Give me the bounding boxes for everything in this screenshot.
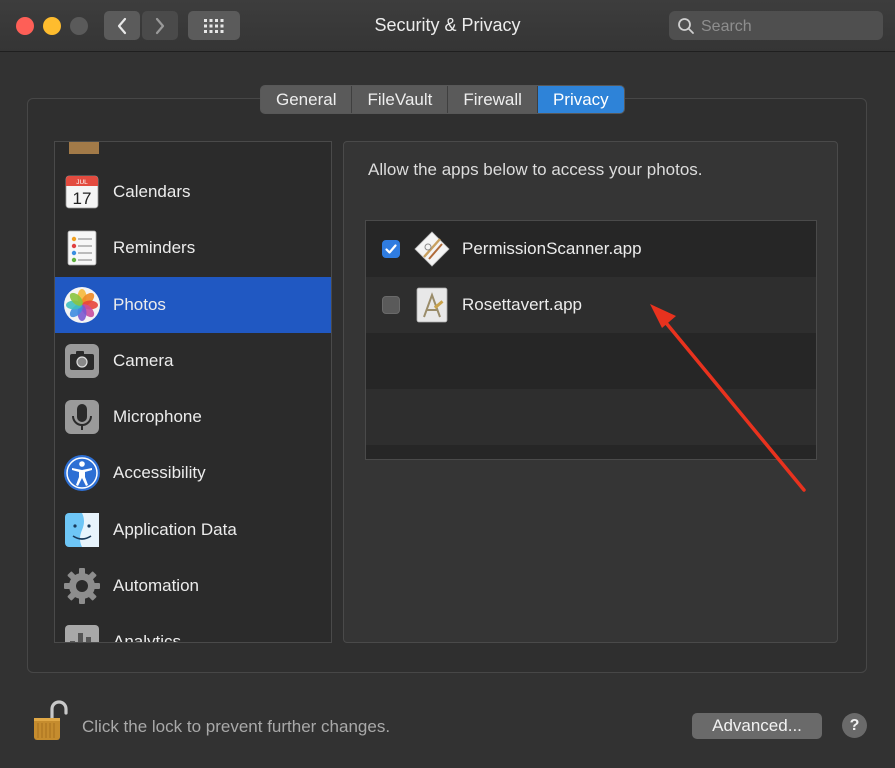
sidebar-item-label: Microphone — [113, 407, 202, 426]
search-input[interactable] — [699, 11, 879, 42]
sidebar-item-accessibility[interactable]: Accessibility — [55, 445, 331, 501]
panel-description: Allow the apps below to access your phot… — [368, 160, 703, 179]
tab-firewall[interactable]: Firewall — [448, 86, 538, 113]
checkmark-icon — [385, 244, 397, 254]
finder-icon — [65, 513, 99, 547]
app-checkbox[interactable] — [382, 296, 400, 314]
sidebar-item-photos[interactable]: Photos — [55, 277, 331, 333]
chevron-left-icon — [117, 17, 127, 34]
privacy-category-list[interactable]: JUL 17 Calendars Reminders Photos Camera… — [54, 141, 332, 643]
tab-filevault[interactable]: FileVault — [352, 86, 449, 113]
sidebar-item-label: Photos — [113, 295, 166, 314]
sidebar-item-microphone[interactable]: Microphone — [55, 389, 331, 445]
sidebar-item-label: Calendars — [113, 182, 191, 201]
sidebar-item-label: Camera — [113, 351, 174, 370]
gear-icon — [64, 568, 100, 604]
tab-general[interactable]: General — [261, 86, 353, 113]
rosettavert-icon — [416, 287, 448, 323]
sidebar-item-analytics[interactable]: Analytics — [55, 614, 331, 643]
title-bar: Security & Privacy — [0, 0, 895, 52]
chevron-right-icon — [155, 17, 165, 34]
sidebar-item-calendars[interactable]: JUL 17 Calendars — [55, 164, 331, 220]
tab-bar: General FileVault Firewall Privacy — [260, 85, 625, 114]
app-row-rosettavert[interactable]: Rosettavert.app — [366, 277, 816, 333]
sidebar-item-camera[interactable]: Camera — [55, 333, 331, 389]
svg-text:JUL: JUL — [76, 179, 88, 186]
close-window-button[interactable] — [16, 17, 34, 35]
sidebar-item-label: Automation — [113, 576, 199, 595]
svg-text:17: 17 — [73, 189, 92, 208]
search-icon — [678, 18, 694, 34]
back-button[interactable] — [104, 11, 140, 40]
sidebar-item-label: Accessibility — [113, 463, 206, 482]
search-field[interactable] — [669, 11, 883, 42]
lock-status-text: Click the lock to prevent further change… — [82, 717, 391, 736]
show-all-button[interactable] — [188, 11, 240, 40]
app-name: PermissionScanner.app — [462, 239, 642, 258]
zoom-window-button[interactable] — [70, 17, 88, 35]
folder-icon — [69, 142, 99, 154]
reminders-icon — [67, 230, 97, 266]
photos-icon — [64, 287, 100, 323]
permission-scanner-icon — [414, 231, 450, 267]
empty-row — [366, 389, 816, 445]
sidebar-item-label: Analytics — [113, 632, 182, 643]
calendar-icon: JUL 17 — [65, 175, 99, 209]
app-row-permissionscanner[interactable]: PermissionScanner.app — [366, 221, 816, 277]
sidebar-item-label: Application Data — [113, 520, 237, 539]
minimize-window-button[interactable] — [43, 17, 61, 35]
analytics-icon — [65, 625, 99, 642]
photos-access-panel: Allow the apps below to access your phot… — [343, 141, 838, 643]
grid-icon — [204, 18, 224, 33]
sidebar-item-label: Reminders — [113, 238, 196, 257]
empty-row — [366, 333, 816, 389]
sidebar-item-automation[interactable]: Automation — [55, 558, 331, 614]
app-checkbox[interactable] — [382, 240, 400, 258]
camera-icon — [65, 344, 99, 378]
microphone-icon — [65, 400, 99, 434]
sidebar-item-application-data[interactable]: Application Data — [55, 502, 331, 558]
forward-button[interactable] — [142, 11, 178, 40]
help-button[interactable]: ? — [842, 713, 867, 738]
accessibility-icon — [64, 455, 100, 491]
lock-icon[interactable] — [32, 697, 68, 745]
advanced-button[interactable]: Advanced... — [692, 713, 822, 739]
app-name: Rosettavert.app — [462, 295, 583, 314]
tab-privacy[interactable]: Privacy — [537, 86, 624, 113]
sidebar-item-reminders[interactable]: Reminders — [55, 220, 331, 276]
app-list[interactable]: PermissionScanner.app Rosettavert.app — [365, 220, 817, 460]
